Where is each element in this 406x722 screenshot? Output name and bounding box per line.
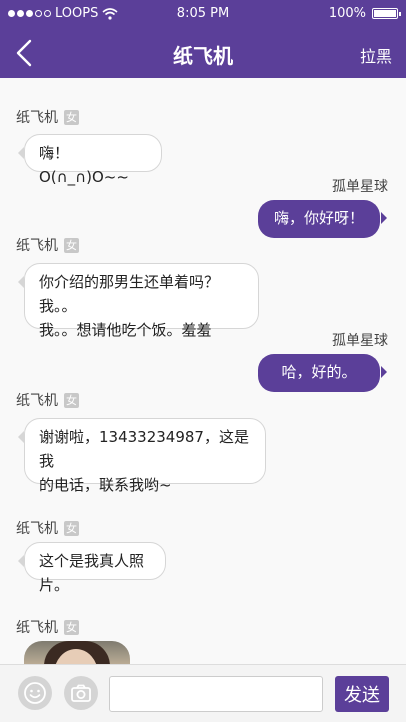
message-text: 哈，好的。 [281, 363, 357, 381]
message-input[interactable] [109, 676, 323, 712]
message-text: 嗨，你好呀！ [273, 209, 364, 227]
message-bubble[interactable]: 这个是我真人照片。 [18, 542, 166, 594]
sender-name: 纸飞机 [16, 620, 58, 636]
battery-percent: 100% [328, 6, 366, 21]
message-bubble[interactable]: 你介绍的那男生还单着吗？我。。 我。。想请他吃个饭。羞羞 [18, 263, 259, 339]
page-title: 纸飞机 [173, 44, 233, 68]
message-sender: 纸飞机 女 [16, 617, 79, 637]
sender-name: 纸飞机 [16, 393, 58, 409]
emoji-icon [24, 682, 46, 704]
chat-list[interactable]: 纸飞机 女 嗨！O(∩_∩)O~~ 孤单星球 嗨，你好呀！ 纸飞机 女 你介绍的… [0, 78, 406, 664]
gender-badge: 女 [64, 520, 79, 536]
emoji-button[interactable] [18, 676, 52, 710]
status-bar: LOOPS 8:05 PM 100% [0, 0, 406, 28]
message-bubble[interactable]: 哈，好的。 [258, 354, 387, 392]
message-text: 嗨！O(∩_∩)O~~ [39, 144, 129, 186]
message-text: 这个是我真人照片。 [39, 552, 145, 594]
message-sender: 纸飞机 女 [16, 390, 79, 410]
battery-icon [372, 8, 401, 19]
send-button[interactable]: 发送 [335, 676, 389, 712]
message-bubble[interactable]: 嗨！O(∩_∩)O~~ [18, 134, 162, 186]
message-sender: 纸飞机 女 [16, 235, 79, 255]
block-button[interactable]: 拉黑 [360, 43, 392, 67]
sender-name: 纸飞机 [16, 110, 58, 126]
message-text: 的电话，联系我哟~ [39, 476, 172, 494]
gender-badge: 女 [64, 109, 79, 125]
message-text: 谢谢啦，13433234987，这是我 [39, 428, 249, 470]
message-sender: 纸飞机 女 [16, 107, 79, 127]
camera-icon [71, 684, 91, 702]
message-text: 你介绍的那男生还单着吗？我。。 [39, 273, 220, 315]
input-bar: 发送 [0, 664, 406, 722]
message-sender: 孤单星球 [332, 330, 388, 350]
camera-button[interactable] [64, 676, 98, 710]
message-text: 我。。想请他吃个饭。羞羞 [39, 321, 212, 339]
sender-name: 孤单星球 [332, 333, 388, 349]
sender-name: 纸飞机 [16, 521, 58, 537]
gender-badge: 女 [64, 237, 79, 253]
message-bubble[interactable]: 嗨，你好呀！ [258, 200, 387, 238]
sender-name: 纸飞机 [16, 238, 58, 254]
message-bubble[interactable]: 谢谢啦，13433234987，这是我 的电话，联系我哟~ [18, 418, 266, 494]
battery-group: 100% [328, 6, 401, 21]
message-sender: 孤单星球 [332, 176, 388, 196]
sender-name: 孤单星球 [332, 179, 388, 195]
gender-badge: 女 [64, 392, 79, 408]
nav-bar: 纸飞机 拉黑 [0, 28, 406, 78]
photo-message[interactable] [24, 641, 130, 664]
message-sender: 纸飞机 女 [16, 518, 79, 538]
gender-badge: 女 [64, 619, 79, 635]
